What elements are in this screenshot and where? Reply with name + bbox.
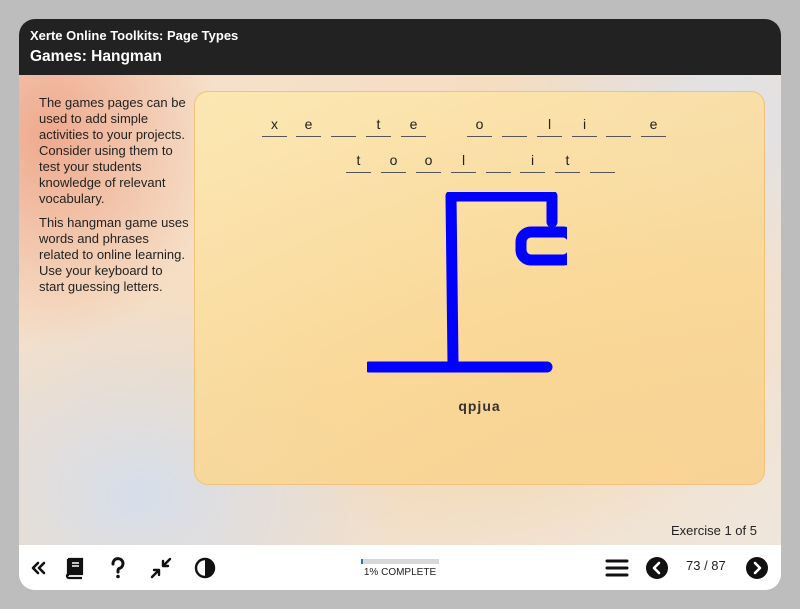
chevron-left-circle-icon [646, 557, 668, 579]
contrast-icon [194, 557, 216, 579]
letter-slot: t [555, 150, 580, 173]
player-frame: Xerte Online Toolkits: Page Types Games:… [19, 19, 781, 590]
first-page-button[interactable] [27, 556, 51, 580]
letter-slot [502, 114, 527, 137]
header: Xerte Online Toolkits: Page Types Games:… [19, 19, 781, 75]
letter-slot: l [451, 150, 476, 173]
compress-arrows-icon [150, 557, 172, 579]
letter-slot [606, 114, 631, 137]
help-button[interactable] [106, 556, 130, 580]
letter-slot: e [296, 114, 321, 137]
progress-bar [361, 559, 439, 564]
contrast-button[interactable] [193, 556, 217, 580]
word-row-2: t o o l i t [195, 150, 764, 174]
letter-slot: o [416, 150, 441, 173]
content-area: The games pages can be used to add simpl… [19, 75, 781, 545]
letter-slot: t [366, 114, 391, 137]
intro-paragraph-1: The games pages can be used to add simpl… [39, 95, 186, 206]
hangman-gallows-drawing [367, 192, 567, 373]
hamburger-menu-icon [605, 559, 629, 577]
letter-slot: i [520, 150, 545, 173]
letter-slot: o [381, 150, 406, 173]
letter-slot: l [537, 114, 562, 137]
letter-slot [590, 150, 615, 173]
menu-button[interactable] [605, 556, 629, 580]
chevron-right-circle-icon [746, 557, 768, 579]
progress-indicator: 1% COMPLETE [361, 559, 439, 578]
exercise-counter: Exercise 1 of 5 [671, 523, 757, 538]
word-row-1: x e t e o l i e [195, 114, 764, 138]
progress-bar-fill [361, 559, 364, 564]
letter-slot: t [346, 150, 371, 173]
page-title: Games: Hangman [30, 48, 162, 65]
footer-toolbar: 1% COMPLETE 73 / 87 [19, 545, 781, 590]
next-page-button[interactable] [745, 556, 769, 580]
book-icon [65, 557, 84, 580]
intro-text: The games pages can be used to add simpl… [39, 95, 189, 303]
hanging-noose [515, 226, 567, 266]
letter-slot: i [572, 114, 597, 137]
letter-slot [331, 114, 356, 137]
letter-slot: o [467, 114, 492, 137]
glossary-button[interactable] [62, 556, 86, 580]
hangman-panel: x e t e o l i e t o o l i t qpjua [194, 91, 765, 485]
gallows-post [445, 192, 558, 368]
letter-slot: e [401, 114, 426, 137]
letter-slot: e [641, 114, 666, 137]
collapse-button[interactable] [149, 556, 173, 580]
course-title: Xerte Online Toolkits: Page Types [30, 28, 239, 43]
guessed-letters: qpjua [458, 398, 501, 414]
intro-paragraph-2: This hangman game uses words and phrases… [39, 215, 189, 294]
letter-slot [486, 150, 511, 173]
double-chevron-left-icon [31, 561, 46, 575]
letter-slot: x [262, 114, 287, 137]
progress-label: 1% COMPLETE [363, 567, 437, 578]
page-counter: 73 / 87 [686, 558, 726, 573]
question-mark-icon [111, 557, 125, 579]
previous-page-button[interactable] [645, 556, 669, 580]
